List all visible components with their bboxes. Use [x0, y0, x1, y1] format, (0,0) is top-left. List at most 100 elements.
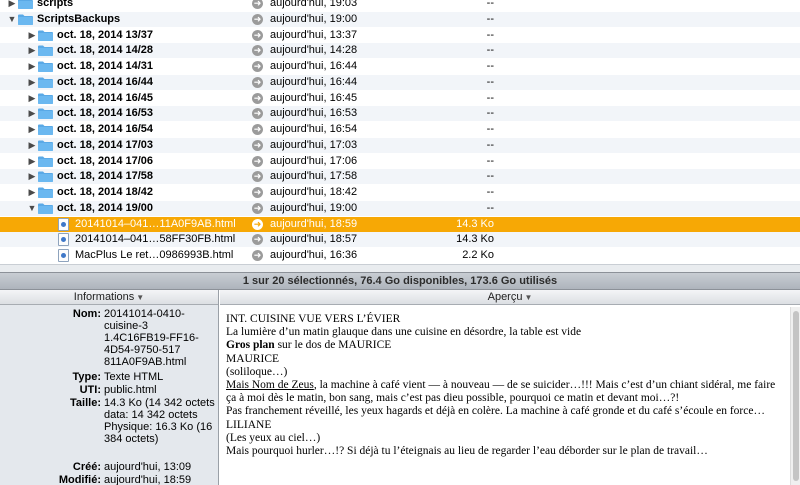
folder-icon [38, 203, 53, 214]
date-cell: ➜ aujourd'hui, 19:03 [252, 0, 412, 11]
date-modified: aujourd'hui, 19:00 [270, 12, 358, 25]
folder-row[interactable]: ▼ ScriptsBackups ➜ aujourd'hui, 19:00 -- [0, 11, 800, 27]
name-content: ▶ oct. 18, 2014 16/45 [26, 91, 153, 106]
preview-bold-text: Gros plan [226, 339, 275, 352]
arrow-right-icon[interactable]: ➜ [252, 45, 263, 57]
info-name-value: 20141014-0410-cuisine-3 1.4C16FB19-FF16-… [104, 308, 199, 368]
disclosure-closed-icon[interactable]: ▶ [26, 154, 38, 169]
arrow-right-icon[interactable]: ➜ [252, 29, 263, 41]
arrow-right-icon[interactable]: ➜ [252, 234, 263, 246]
arrow-right-icon[interactable]: ➜ [252, 139, 263, 151]
disclosure-closed-icon[interactable]: ▶ [26, 106, 38, 121]
arrow-right-icon[interactable]: ➜ [252, 218, 263, 230]
folder-row[interactable]: ▶ oct. 18, 2014 13/37 ➜ aujourd'hui, 13:37 -… [0, 28, 800, 43]
folder-icon [38, 156, 53, 167]
disclosure-open-icon[interactable]: ▼ [26, 201, 38, 216]
date-cell: ➜ aujourd'hui, 19:00 [252, 201, 412, 216]
date-cell: ➜ aujourd'hui, 18:59 [252, 217, 412, 232]
date-cell: ➜ aujourd'hui, 16:44 [252, 75, 412, 90]
folder-row[interactable]: ▶ oct. 18, 2014 14/28 ➜ aujourd'hui, 14:28 -… [0, 43, 800, 59]
size-cell: -- [486, 91, 494, 104]
folder-icon [18, 0, 33, 9]
file-name: oct. 18, 2014 13/37 [57, 28, 154, 41]
date-cell: ➜ aujourd'hui, 16:54 [252, 122, 412, 137]
arrow-right-icon[interactable]: ➜ [252, 202, 263, 214]
name-content: ▶ oct. 18, 2014 17/58 [26, 169, 153, 184]
disclosure-closed-icon[interactable]: ▶ [26, 75, 38, 90]
name-cell: ▶ oct. 18, 2014 16/54 [0, 122, 250, 137]
folder-row[interactable]: ▶ scripts ➜ aujourd'hui, 19:03 -- [0, 0, 800, 11]
date-modified: aujourd'hui, 19:00 [270, 201, 358, 214]
disclosure-closed-icon[interactable]: ▶ [26, 28, 38, 43]
name-content: ▶ oct. 18, 2014 18/42 [26, 185, 153, 200]
scrollbar-thumb[interactable] [793, 311, 799, 481]
disclosure-closed-icon[interactable]: ▶ [26, 122, 38, 137]
name-cell: ▶ oct. 18, 2014 16/53 [0, 106, 250, 121]
pane-divider[interactable] [0, 264, 800, 272]
preview-pane: Aperçu ▼ INT. CUISINE VUE VERS L’ÉVIER La… [220, 290, 800, 485]
arrow-right-icon[interactable]: ➜ [252, 108, 263, 120]
date-cell: ➜ aujourd'hui, 13:37 [252, 28, 412, 43]
file-row[interactable]: MacPlus Le ret…0986993B.html ➜ aujourd'hui… [0, 248, 800, 263]
folder-row[interactable]: ▶ oct. 18, 2014 17/06 ➜ aujourd'hui, 17:06 -… [0, 154, 800, 169]
folder-row[interactable]: ▶ oct. 18, 2014 18/42 ➜ aujourd'hui, 18:42 -… [0, 185, 800, 200]
name-cell: ▶ oct. 18, 2014 14/31 [0, 59, 250, 74]
disclosure-closed-icon[interactable]: ▶ [26, 185, 38, 200]
date-cell: ➜ aujourd'hui, 17:03 [252, 138, 412, 153]
file-name: scripts [37, 0, 74, 9]
folder-icon [38, 140, 53, 151]
folder-row[interactable]: ▶ oct. 18, 2014 14/31 ➜ aujourd'hui, 16:44 -… [0, 59, 800, 74]
arrow-right-icon[interactable]: ➜ [252, 13, 263, 25]
arrow-right-icon[interactable]: ➜ [252, 61, 263, 72]
folder-row[interactable]: ▶ oct. 18, 2014 16/44 ➜ aujourd'hui, 16:44 -… [0, 74, 800, 90]
info-header[interactable]: Informations ▼ [0, 290, 218, 305]
name-cell: ▶ oct. 18, 2014 16/44 [0, 75, 250, 90]
name-cell: 20141014–041…11A0F9AB.html [0, 217, 250, 232]
disclosure-closed-icon[interactable]: ▶ [26, 169, 38, 184]
arrow-right-icon[interactable]: ➜ [252, 187, 263, 198]
arrow-right-icon[interactable]: ➜ [252, 250, 263, 261]
preview-scrollbar[interactable] [790, 307, 800, 485]
preview-content[interactable]: INT. CUISINE VUE VERS L’ÉVIER La lumière… [220, 307, 790, 485]
folder-row[interactable]: ▶ oct. 18, 2014 16/53 ➜ aujourd'hui, 16:53 -… [0, 106, 800, 122]
arrow-right-icon[interactable]: ➜ [252, 155, 263, 167]
size-cell: 14.3 Ko [456, 217, 494, 230]
date-modified: aujourd'hui, 16:54 [270, 123, 358, 135]
status-bar: 1 sur 20 sélectionnés, 76.4 Go disponibl… [0, 272, 800, 290]
file-name: ScriptsBackups [37, 12, 121, 25]
file-row[interactable]: 20141014–041…11A0F9AB.html ➜ aujourd'hui, … [0, 216, 800, 232]
file-list[interactable]: ▶ scripts ➜ aujourd'hui, 19:03 -- ▼ ScriptsBac… [0, 0, 800, 264]
arrow-right-icon[interactable]: ➜ [252, 171, 263, 183]
date-modified: aujourd'hui, 16:36 [270, 249, 358, 261]
disclosure-closed-icon[interactable]: ▶ [26, 91, 38, 106]
name-content: ▶ oct. 18, 2014 16/53 [26, 106, 153, 121]
disclosure-closed-icon[interactable]: ▶ [26, 138, 38, 153]
file-row[interactable]: 20141014–041…58FF30FB.html ➜ aujourd'hui, … [0, 232, 800, 248]
folder-row[interactable]: ▶ oct. 18, 2014 17/03 ➜ aujourd'hui, 17:03 -… [0, 137, 800, 153]
file-name: oct. 18, 2014 17/03 [57, 138, 154, 151]
preview-header[interactable]: Aperçu ▼ [220, 290, 800, 305]
arrow-right-icon[interactable]: ➜ [252, 76, 263, 88]
folder-row[interactable]: ▼ oct. 18, 2014 19/00 ➜ aujourd'hui, 19:00 -… [0, 200, 800, 216]
disclosure-closed-icon[interactable]: ▶ [26, 43, 38, 58]
file-name: oct. 18, 2014 16/45 [57, 91, 154, 104]
size-cell: -- [486, 28, 494, 41]
name-cell: ▶ oct. 18, 2014 14/28 [0, 43, 250, 58]
folder-row[interactable]: ▶ oct. 18, 2014 17/58 ➜ aujourd'hui, 17:58 -… [0, 169, 800, 185]
arrow-right-icon[interactable]: ➜ [252, 92, 263, 104]
disclosure-closed-icon[interactable]: ▶ [6, 0, 18, 11]
disclosure-open-icon[interactable]: ▼ [6, 12, 18, 27]
info-body: Nom: 20141014-0410-cuisine-3 1.4C16FB19-… [0, 305, 218, 485]
preview-underlined-text: Mais Nom de Zeus [226, 379, 314, 392]
size-cell: -- [486, 107, 494, 120]
arrow-right-icon[interactable]: ➜ [252, 124, 263, 135]
arrow-right-icon[interactable]: ➜ [252, 0, 263, 9]
size-cell: -- [486, 75, 494, 88]
file-name: MacPlus Le ret…0986993B.html [75, 249, 234, 261]
folder-row[interactable]: ▶ oct. 18, 2014 16/54 ➜ aujourd'hui, 16:54 -… [0, 122, 800, 137]
folder-icon [38, 45, 53, 57]
disclosure-closed-icon[interactable]: ▶ [26, 59, 38, 74]
folder-row[interactable]: ▶ oct. 18, 2014 16/45 ➜ aujourd'hui, 16:45 -… [0, 91, 800, 106]
